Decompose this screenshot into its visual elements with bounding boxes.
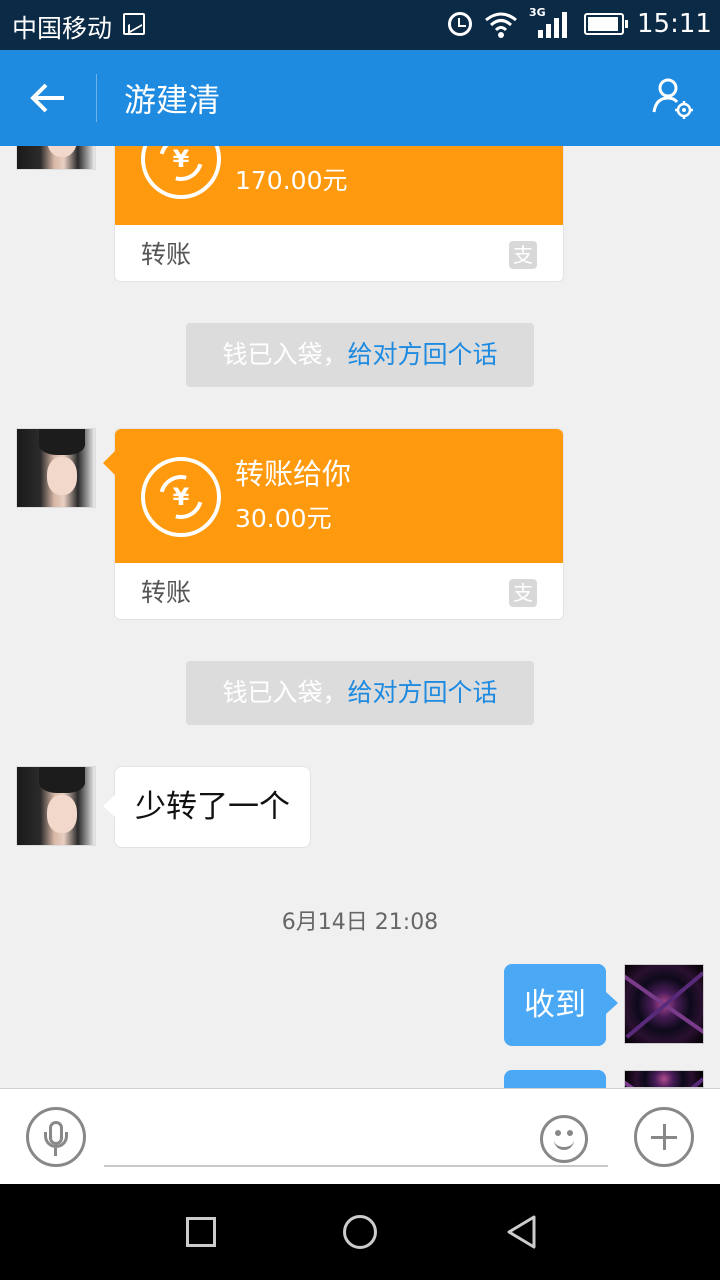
transfer-card[interactable]: ¥ 170.00元 转账 支 xyxy=(114,146,564,282)
alarm-icon xyxy=(448,12,472,36)
transfer-amount: 30.00元 xyxy=(235,504,332,533)
transfer-icon: ¥ xyxy=(141,457,221,537)
transfer-footer-label: 转账 xyxy=(141,578,192,607)
transfer-amount: 170.00元 xyxy=(235,166,348,195)
my-avatar[interactable] xyxy=(624,964,704,1044)
clock: 15:11 xyxy=(637,9,712,39)
sent-message-partial[interactable] xyxy=(504,1070,606,1088)
received-message[interactable]: 少转了一个 xyxy=(103,766,311,848)
my-avatar[interactable] xyxy=(624,1070,704,1088)
emoji-icon[interactable] xyxy=(540,1115,588,1163)
signal-icon xyxy=(538,12,567,38)
system-nav-bar xyxy=(0,1184,720,1280)
contact-avatar[interactable] xyxy=(16,766,96,846)
system-notice: 钱已入袋，给对方回个话 xyxy=(186,661,534,725)
notice-text: 钱已入袋， xyxy=(222,340,348,369)
back-arrow-icon[interactable] xyxy=(24,74,72,122)
contact-name: 游建清 xyxy=(124,81,221,119)
reply-link[interactable]: 给对方回个话 xyxy=(348,340,498,369)
contact-avatar[interactable] xyxy=(16,146,96,170)
message-list[interactable]: ¥ 170.00元 转账 支 钱已入袋，给对方回个话 ¥ 转账给你 30.00元… xyxy=(0,146,720,1088)
header-divider xyxy=(96,74,97,122)
contact-settings-icon[interactable] xyxy=(648,74,696,122)
reply-link[interactable]: 给对方回个话 xyxy=(348,678,498,707)
alipay-icon: 支 xyxy=(509,579,537,607)
recent-apps-icon[interactable] xyxy=(186,1217,216,1247)
contact-avatar[interactable] xyxy=(16,428,96,508)
sent-message[interactable]: 收到 xyxy=(504,964,618,1046)
message-timestamp: 6月14日 21:08 xyxy=(281,910,439,935)
plus-icon[interactable] xyxy=(634,1107,694,1167)
transfer-card[interactable]: ¥ 转账给你 30.00元 转账 支 xyxy=(103,428,564,620)
alipay-icon: 支 xyxy=(509,241,537,269)
input-bar xyxy=(0,1088,720,1184)
system-notice: 钱已入袋，给对方回个话 xyxy=(186,323,534,387)
message-input[interactable] xyxy=(104,1111,608,1167)
battery-icon xyxy=(584,13,628,35)
home-icon[interactable] xyxy=(343,1215,377,1249)
transfer-icon: ¥ xyxy=(141,146,221,199)
nav-back-icon[interactable] xyxy=(504,1214,540,1250)
status-bar: 中国移动 3G 15:11 xyxy=(0,0,720,50)
wifi-icon xyxy=(485,12,517,38)
chat-header: 游建清 xyxy=(0,50,720,146)
sim-icon xyxy=(123,13,145,35)
carrier-name: 中国移动 xyxy=(12,14,113,43)
transfer-footer-label: 转账 xyxy=(141,240,192,269)
microphone-icon[interactable] xyxy=(26,1107,86,1167)
notice-text: 钱已入袋， xyxy=(222,678,348,707)
transfer-title: 转账给你 xyxy=(235,457,352,491)
